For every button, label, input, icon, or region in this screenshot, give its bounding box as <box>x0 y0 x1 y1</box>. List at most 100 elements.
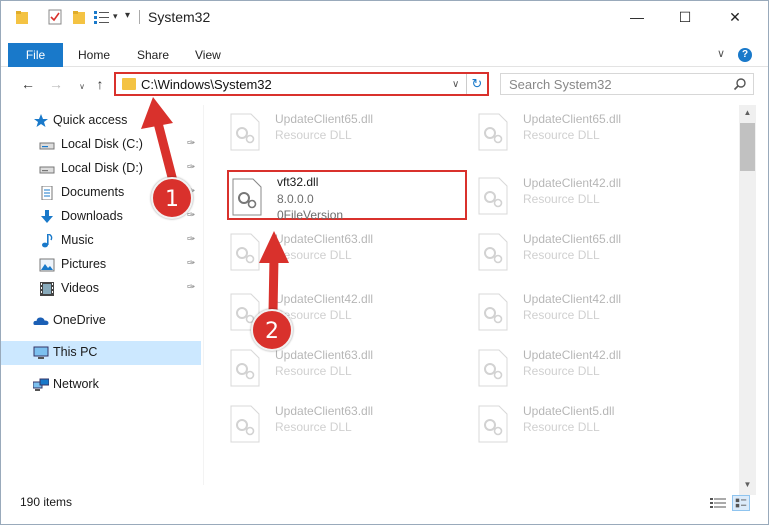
scroll-up-button[interactable]: ▲ <box>739 105 756 121</box>
dll-file-icon <box>478 293 508 331</box>
sidebar-item-label: Local Disk (C:) <box>61 137 143 151</box>
step-two-callout: 2 <box>251 309 293 351</box>
tab-home[interactable]: Home <box>78 43 110 67</box>
list-item[interactable]: UpdateClient42.dll Resource DLL <box>459 341 699 391</box>
sidebar-item-label: Pictures <box>61 257 107 271</box>
dll-file-icon <box>232 178 262 216</box>
sidebar-item-pictures[interactable]: Pictures ✑ <box>1 253 201 277</box>
dll-file-icon <box>230 405 260 443</box>
list-item[interactable]: UpdateClient5.dll Resource DLL <box>459 397 699 447</box>
tiles-view-icon[interactable] <box>732 495 750 511</box>
videos-icon <box>40 282 54 296</box>
dll-file-icon <box>478 349 508 387</box>
dll-file-icon <box>230 233 260 271</box>
back-button[interactable]: ← <box>19 76 37 92</box>
search-input[interactable]: Search System32 <box>500 73 754 95</box>
sidebar-item-label: Quick access <box>53 113 128 127</box>
tab-view[interactable]: View <box>195 43 221 67</box>
file-type: Resource DLL <box>523 248 600 262</box>
list-item[interactable]: UpdateClient65.dll Resource DLL <box>459 225 699 275</box>
tab-share[interactable]: Share <box>137 43 169 67</box>
sidebar-item-this-pc[interactable]: This PC <box>1 341 201 365</box>
dll-file-icon <box>230 113 260 151</box>
sidebar-item-onedrive[interactable]: OneDrive <box>1 309 201 333</box>
dll-file-icon <box>230 349 260 387</box>
address-path[interactable]: C:\Windows\System32 <box>141 76 272 94</box>
customize-icon[interactable] <box>93 9 111 25</box>
file-name: UpdateClient63.dll <box>275 348 374 362</box>
quick-access-customize-icon[interactable]: ▾ <box>125 9 133 23</box>
list-item[interactable]: UpdateClient63.dll Resource DLL <box>211 225 451 275</box>
highlighted-file-vft32[interactable]: vft32.dll 8.0.0.0 0FileVersion <box>227 170 467 222</box>
expand-ribbon-icon[interactable]: ∨ <box>717 47 725 60</box>
file-name: vft32.dll <box>277 175 319 189</box>
list-item[interactable]: UpdateClient65.dll Resource DLL <box>211 105 451 155</box>
pictures-icon <box>39 258 55 272</box>
refresh-button[interactable]: ↻ <box>466 74 487 94</box>
sidebar-item-quick-access[interactable]: Quick access <box>1 109 201 133</box>
list-item[interactable]: UpdateClient42.dll Resource DLL <box>459 285 699 335</box>
new-folder-icon[interactable] <box>72 9 86 25</box>
file-type: Resource DLL <box>523 192 600 206</box>
sidebar-item-videos[interactable]: Videos ✑ <box>1 277 201 301</box>
file-name: UpdateClient42.dll <box>523 176 622 190</box>
address-dropdown-icon[interactable]: ∨ <box>452 76 459 94</box>
documents-icon <box>41 186 53 200</box>
dll-file-icon <box>478 233 508 271</box>
navigation-pane: Quick access Local Disk (C:) ✑ Local Dis… <box>1 105 203 485</box>
list-item[interactable]: UpdateClient42.dll Resource DLL <box>459 169 699 219</box>
drive-icon <box>39 142 55 150</box>
network-icon <box>33 378 49 391</box>
scroll-thumb[interactable] <box>740 123 755 171</box>
file-name: UpdateClient42.dll <box>523 292 622 306</box>
file-name: UpdateClient65.dll <box>275 112 374 126</box>
up-button[interactable]: ↑ <box>91 76 109 92</box>
pin-icon: ✑ <box>187 282 196 293</box>
properties-check-icon[interactable] <box>48 9 62 25</box>
star-icon <box>34 114 48 127</box>
item-count: 190 items <box>20 495 73 509</box>
file-type: Resource DLL <box>523 308 600 322</box>
sidebar-item-network[interactable]: Network <box>1 373 201 397</box>
folder-icon[interactable] <box>15 9 29 25</box>
title-separator <box>139 10 140 24</box>
search-placeholder: Search System32 <box>509 77 612 92</box>
file-name: UpdateClient42.dll <box>275 292 374 306</box>
address-bar[interactable]: C:\Windows\System32 ∨ ↻ <box>114 72 489 96</box>
sidebar-item-label: Network <box>53 377 99 391</box>
pin-icon: ✑ <box>187 210 196 221</box>
list-item[interactable]: UpdateClient63.dll Resource DLL <box>211 341 451 391</box>
sidebar-item-music[interactable]: Music ✑ <box>1 229 201 253</box>
vertical-scrollbar[interactable]: ▲ ▼ <box>739 105 756 495</box>
file-list: UpdateClient65.dll Resource DLL vft32.dl… <box>211 105 739 485</box>
pin-icon: ✑ <box>187 234 196 245</box>
downloads-icon <box>41 210 53 223</box>
help-icon[interactable]: ? <box>738 48 752 62</box>
forward-button[interactable]: → <box>47 76 65 92</box>
list-item[interactable]: UpdateClient42.dll Resource DLL <box>211 285 451 335</box>
list-item[interactable]: UpdateClient63.dll Resource DLL <box>211 397 451 447</box>
maximize-button[interactable]: ☐ <box>662 1 708 33</box>
close-button[interactable]: ✕ <box>712 1 758 33</box>
pin-icon: ✑ <box>187 162 196 173</box>
file-name: UpdateClient63.dll <box>275 232 374 246</box>
minimize-button[interactable]: — <box>614 1 660 33</box>
details-view-icon[interactable] <box>710 497 726 509</box>
tab-file[interactable]: File <box>8 43 63 67</box>
this-pc-icon <box>33 346 49 359</box>
pin-icon: ✑ <box>187 138 196 149</box>
onedrive-icon <box>33 317 49 325</box>
sidebar-item-label: Documents <box>61 185 125 199</box>
file-name: UpdateClient65.dll <box>523 112 622 126</box>
dll-file-icon <box>478 177 508 215</box>
recent-locations-icon[interactable]: ∨ <box>73 79 91 95</box>
file-type: Resource DLL <box>523 364 600 378</box>
sidebar-item-local-disk-c[interactable]: Local Disk (C:) ✑ <box>1 133 201 157</box>
list-item[interactable]: UpdateClient65.dll Resource DLL <box>459 105 699 155</box>
file-type: Resource DLL <box>523 420 600 434</box>
search-icon[interactable] <box>733 77 747 91</box>
file-type: Resource DLL <box>523 128 600 142</box>
quick-access-dropdown-icon[interactable]: ▾ <box>113 11 121 21</box>
navpane-divider <box>203 105 204 485</box>
file-name: UpdateClient65.dll <box>523 232 622 246</box>
